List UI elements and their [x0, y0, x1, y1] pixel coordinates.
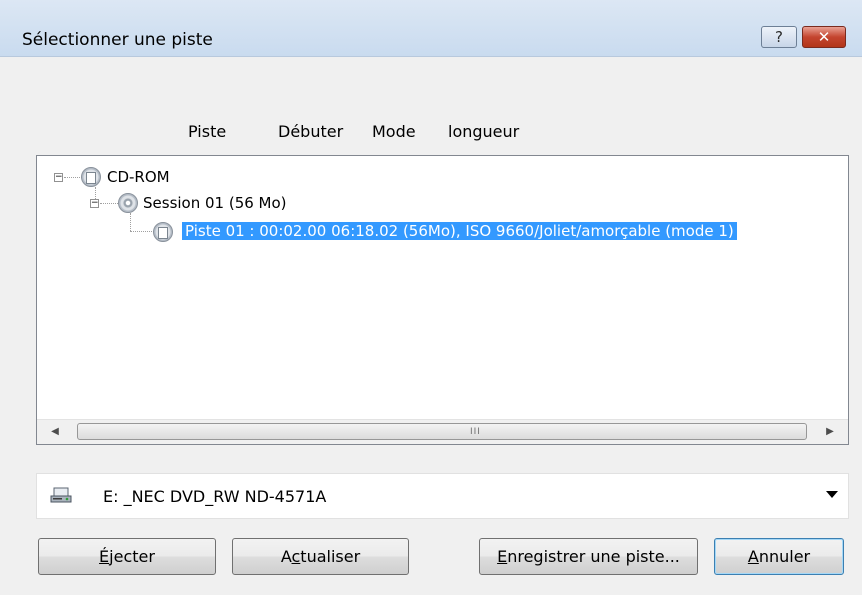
tree-connector — [130, 231, 154, 232]
tree-connector — [64, 177, 82, 178]
cd-rom-doc-icon — [86, 172, 96, 184]
tree-item-session[interactable]: Session 01 (56 Mo) — [143, 192, 287, 214]
scroll-thumb[interactable]: III — [77, 423, 807, 440]
drive-icon — [50, 487, 72, 503]
scroll-left-arrow-icon[interactable]: ◀ — [43, 420, 67, 444]
close-icon: ✕ — [817, 28, 831, 46]
session-disc-icon — [118, 193, 138, 213]
horizontal-scrollbar[interactable]: ◀ III ▶ — [37, 419, 848, 444]
tree-item-cd-rom[interactable]: CD-ROM — [107, 166, 170, 188]
tree-connector — [130, 213, 131, 231]
session-collapse-toggle[interactable]: − — [90, 199, 99, 208]
column-header-piste: Piste — [188, 122, 227, 141]
drive-selected-value: E: _NEC DVD_RW ND-4571A — [103, 487, 327, 506]
root-collapse-toggle[interactable]: − — [54, 173, 63, 182]
track-label: Piste 01 : 00:02.00 06:18.02 (56Mo), ISO… — [182, 222, 737, 240]
chevron-down-icon[interactable] — [826, 491, 838, 498]
column-header-debuter: Débuter — [278, 122, 344, 141]
column-header-longueur: longueur — [448, 122, 520, 141]
scroll-grip-icon: III — [470, 427, 481, 437]
drive-dropdown[interactable]: E: _NEC DVD_RW ND-4571A — [36, 473, 849, 519]
dialog-title: Sélectionner une piste — [22, 30, 213, 50]
scroll-right-arrow-icon[interactable]: ▶ — [818, 420, 842, 444]
help-button[interactable]: ? — [761, 26, 797, 48]
tree-connector — [100, 203, 118, 204]
title-bar: Sélectionner une piste ? ✕ — [0, 0, 862, 57]
save-track-button[interactable]: Enregistrer une piste... — [479, 538, 698, 575]
track-tree[interactable]: − CD-ROM − Session 01 (56 Mo) Piste 01 :… — [36, 155, 849, 445]
cancel-button[interactable]: Annuler — [714, 538, 844, 575]
track-doc-icon — [158, 227, 168, 239]
column-header-mode: Mode — [372, 122, 416, 141]
eject-button[interactable]: Éjecter — [38, 538, 216, 575]
close-button[interactable]: ✕ — [802, 26, 846, 48]
tree-item-track[interactable]: Piste 01 : 00:02.00 06:18.02 (56Mo), ISO… — [182, 220, 737, 242]
select-track-dialog: Sélectionner une piste ? ✕ Piste Débuter… — [0, 0, 862, 595]
refresh-button[interactable]: Actualiser — [232, 538, 409, 575]
